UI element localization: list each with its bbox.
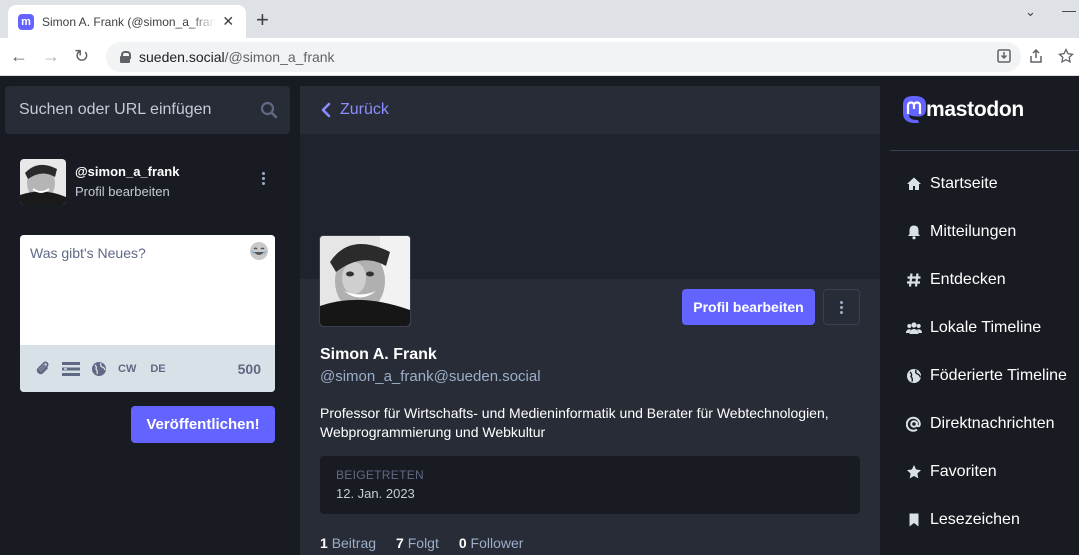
forward-arrow-icon[interactable]: → (42, 46, 60, 66)
home-icon (906, 176, 922, 192)
new-tab-icon[interactable]: + (256, 9, 269, 31)
compose-toolbar: CW DE 500 (20, 345, 275, 392)
profile-options-button[interactable] (823, 289, 860, 325)
profile-display-name: Simon A. Frank (320, 346, 437, 363)
browser-toolbar: ← → ↻ sueden.social/@simon_a_frank (0, 38, 1079, 76)
bell-icon (906, 224, 922, 240)
stat-followers[interactable]: 0 Follower (459, 535, 524, 551)
search-input[interactable] (5, 86, 290, 134)
nav-label: Startseite (930, 175, 998, 192)
character-counter: 500 (237, 360, 261, 377)
star-icon (906, 464, 922, 480)
globe-icon (906, 368, 922, 384)
url-path: /@simon_a_frank (224, 49, 335, 65)
url-host: sueden.social (139, 49, 225, 65)
compose-textarea[interactable] (20, 235, 275, 345)
main-navigation: Startseite Mitteilungen Entdecken Lokale… (906, 160, 1067, 544)
close-tab-icon[interactable]: ✕ (220, 13, 236, 30)
column-back-bar[interactable]: Zurück (300, 86, 880, 134)
language-selector[interactable]: DE (150, 363, 165, 375)
users-icon (906, 320, 922, 336)
chevron-left-icon (320, 102, 332, 118)
nav-item-entdecken[interactable]: Entdecken (906, 256, 1067, 304)
account-menu-button[interactable] (256, 172, 270, 190)
mastodon-favicon-icon: m (18, 13, 34, 30)
window-minimize-icon[interactable]: — (1062, 2, 1076, 18)
nav-label: Mitteilungen (930, 223, 1017, 240)
profile-avatar[interactable] (319, 235, 411, 327)
nav-item-startseite[interactable]: Startseite (906, 160, 1067, 208)
publish-button[interactable]: Veröffentlichen! (131, 406, 275, 443)
emoji-picker-icon[interactable] (249, 241, 269, 261)
reload-icon[interactable]: ↻ (74, 46, 89, 66)
bookmark-star-icon[interactable] (1058, 47, 1074, 68)
browser-tab-strip: m Simon A. Frank (@simon_a_frank@sueden.… (0, 0, 1079, 38)
profile-bio: Professor für Wirtschafts- und Medieninf… (320, 405, 829, 440)
ellipsis-vertical-icon (261, 172, 265, 175)
at-icon (906, 416, 922, 432)
hashtag-icon (906, 272, 922, 288)
poll-icon[interactable] (62, 360, 80, 378)
globe-visibility-icon[interactable] (90, 360, 108, 378)
bookmark-icon (906, 512, 922, 528)
nav-item-lesezeichen[interactable]: Lesezeichen (906, 496, 1067, 544)
own-handle[interactable]: @simon_a_frank (75, 164, 179, 179)
compose-form: CW DE 500 (20, 235, 275, 392)
profile-handle: @simon_a_frank@sueden.social (320, 368, 541, 385)
stat-posts[interactable]: 1 Beitrag (320, 535, 376, 551)
search-box (5, 86, 290, 134)
nav-label: Direktnachrichten (930, 415, 1055, 432)
search-icon[interactable] (260, 101, 278, 119)
own-avatar[interactable] (20, 159, 66, 205)
stat-following[interactable]: 7 Folgt (396, 535, 439, 551)
install-app-icon[interactable] (996, 48, 1012, 68)
nav-item-foederierte-timeline[interactable]: Föderierte Timeline (906, 352, 1067, 400)
share-icon[interactable] (1028, 48, 1044, 68)
profile-stats: 1 Beitrag 7 Folgt 0 Follower (320, 535, 543, 551)
mastodon-logo-icon (900, 95, 928, 125)
nav-label: Lesezeichen (930, 511, 1020, 528)
joined-info-box: BEIGETRETEN 12. Jan. 2023 (320, 456, 860, 514)
back-arrow-icon[interactable]: ← (10, 46, 28, 66)
back-button-label: Zurück (340, 101, 389, 118)
lock-icon[interactable] (120, 51, 131, 63)
logo-text: mastodon (926, 98, 1024, 121)
nav-label: Entdecken (930, 271, 1006, 288)
content-warning-toggle[interactable]: CW (118, 363, 136, 375)
tab-search-chevron-icon[interactable]: ⌄ (1025, 4, 1036, 20)
ellipsis-vertical-icon (840, 300, 843, 304)
nav-divider (890, 150, 1079, 151)
mastodon-logo[interactable]: mastodon (900, 95, 1024, 125)
nav-item-favoriten[interactable]: Favoriten (906, 448, 1067, 496)
nav-item-direktnachrichten[interactable]: Direktnachrichten (906, 400, 1067, 448)
tab-title: Simon A. Frank (@simon_a_frank@sueden.so… (42, 14, 217, 29)
attachment-paperclip-icon[interactable] (34, 360, 52, 378)
address-bar[interactable]: sueden.social/@simon_a_frank (106, 42, 1021, 72)
nav-label: Favoriten (930, 463, 997, 480)
joined-date: 12. Jan. 2023 (336, 486, 415, 501)
edit-profile-link[interactable]: Profil bearbeiten (75, 184, 170, 199)
edit-profile-button[interactable]: Profil bearbeiten (682, 289, 815, 325)
nav-item-mitteilungen[interactable]: Mitteilungen (906, 208, 1067, 256)
joined-label: BEIGETRETEN (336, 468, 424, 482)
nav-item-lokale-timeline[interactable]: Lokale Timeline (906, 304, 1067, 352)
nav-label: Föderierte Timeline (930, 367, 1067, 384)
browser-tab[interactable]: m Simon A. Frank (@simon_a_frank@sueden.… (8, 5, 246, 38)
nav-label: Lokale Timeline (930, 319, 1042, 336)
